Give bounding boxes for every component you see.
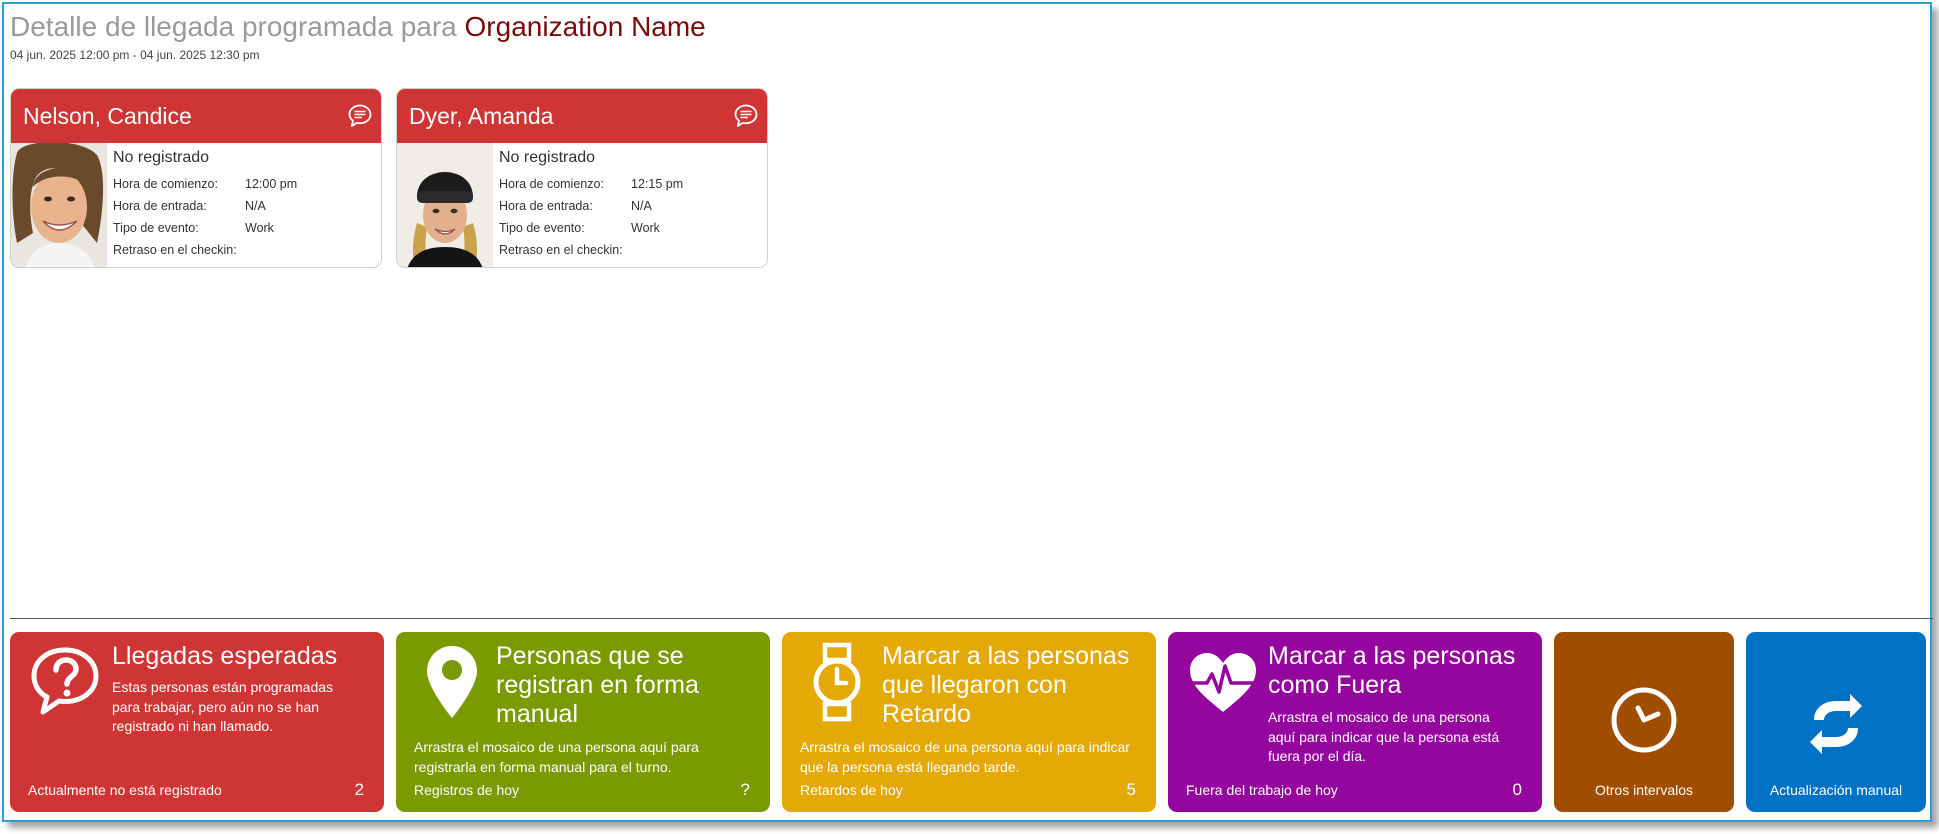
start-time-label: Hora de comienzo: [499,177,604,191]
tile-footer: Registros de hoy [414,782,520,798]
tile-footer: Actualmente no está registrado [28,782,222,798]
checkin-delay-label: Retraso en el checkin: [113,243,237,257]
person-card-dyer-amanda[interactable]: Dyer, Amanda No registrado Hora de comie… [396,88,768,268]
person-details: Hora de comienzo: 12:15 pm Hora de entrad… [499,177,683,265]
tile-count: 2 [354,780,364,799]
tile-footer: Fuera del trabajo de hoy [1186,782,1338,798]
entry-time-label: Hora de entrada: [113,199,207,213]
event-type-label: Tipo de evento: [499,221,585,235]
watch-icon [813,642,861,722]
event-type-value: Work [631,221,660,235]
entry-time-value: N/A [631,199,652,213]
tile-expected-arrivals[interactable]: Llegadas esperadas Estas personas están … [10,632,384,812]
tile-manual-checkin[interactable]: Personas que se registran en forma manua… [396,632,770,812]
person-name: Nelson, Candice [23,102,192,129]
app-frame: Detalle de llegada programada para Organ… [2,2,1933,822]
tile-mark-out[interactable]: Marcar a las personas como Fuera Arrastr… [1168,632,1542,812]
checkin-status: No registrado [499,149,596,166]
tile-description: Arrastra el mosaico de una persona aquí … [414,739,699,775]
person-card-nelson-candice[interactable]: Nelson, Candice No registrado Hora de co… [10,88,382,268]
tile-manual-refresh[interactable]: Actualización manual [1746,632,1926,812]
heartbeat-icon [1190,653,1256,712]
person-name: Dyer, Amanda [409,102,554,129]
person-card-header: Nelson, Candice [11,89,381,143]
refresh-icon [1810,694,1862,754]
entry-time-label: Hora de entrada: [499,199,593,213]
person-card-body: No registrado Hora de comienzo: 12:15 pm … [397,143,767,267]
event-type-label: Tipo de evento: [113,221,199,235]
person-photo [11,143,107,267]
start-time-value: 12:15 pm [631,177,684,191]
tile-title: Marcar a las personas que llegaron con R… [882,642,1130,728]
entry-time-value: N/A [245,199,266,213]
tile-mark-late[interactable]: Marcar a las personas que llegaron con R… [782,632,1156,812]
person-details: Hora de comienzo: 12:00 pm Hora de entrad… [113,177,297,265]
organization-name: Organization Name [464,11,706,42]
person-card-header: Dyer, Amanda [397,89,767,143]
date-range: 04 jun. 2025 12:00 pm - 04 jun. 2025 12:… [10,48,260,62]
tile-count: 5 [1126,780,1136,799]
clock-icon [1611,687,1677,753]
tile-title: Llegadas esperadas [112,642,338,670]
section-divider [10,618,1933,619]
person-photo [397,143,493,267]
tile-description: Estas personas están programadas para tr… [112,679,334,734]
checkin-status: No registrado [113,149,210,166]
map-pin-icon [427,646,477,718]
page-header: Detalle de llegada programada para Organ… [10,10,706,62]
checkin-delay-label: Retraso en el checkin: [499,243,623,257]
notes-bubble-icon[interactable] [733,103,759,129]
title-prefix: Detalle de llegada programada para [10,11,465,42]
tile-title: Personas que se registran en forma manua… [496,642,699,728]
tile-other-intervals[interactable]: Otros intervalos [1554,632,1734,812]
person-card-body: No registrado Hora de comienzo: 12:00 pm … [11,143,381,267]
tile-footer: Actualización manual [1769,782,1903,798]
tile-footer: Retardos de hoy [800,782,903,798]
tile-description: Arrastra el mosaico de una persona aquí … [800,739,1130,775]
start-time-label: Hora de comienzo: [113,177,218,191]
tile-count: ? [740,780,750,799]
page-title: Detalle de llegada programada para Organ… [10,10,706,44]
start-time-value: 12:00 pm [245,177,298,191]
tile-count: 0 [1512,780,1522,799]
tile-description: Arrastra el mosaico de una persona aquí … [1268,709,1500,764]
event-type-value: Work [245,221,274,235]
notes-bubble-icon[interactable] [347,103,373,129]
question-bubble-icon [31,647,99,715]
tile-title: Marcar a las personas como Fuera [1268,642,1516,699]
tile-footer: Otros intervalos [1594,782,1694,798]
